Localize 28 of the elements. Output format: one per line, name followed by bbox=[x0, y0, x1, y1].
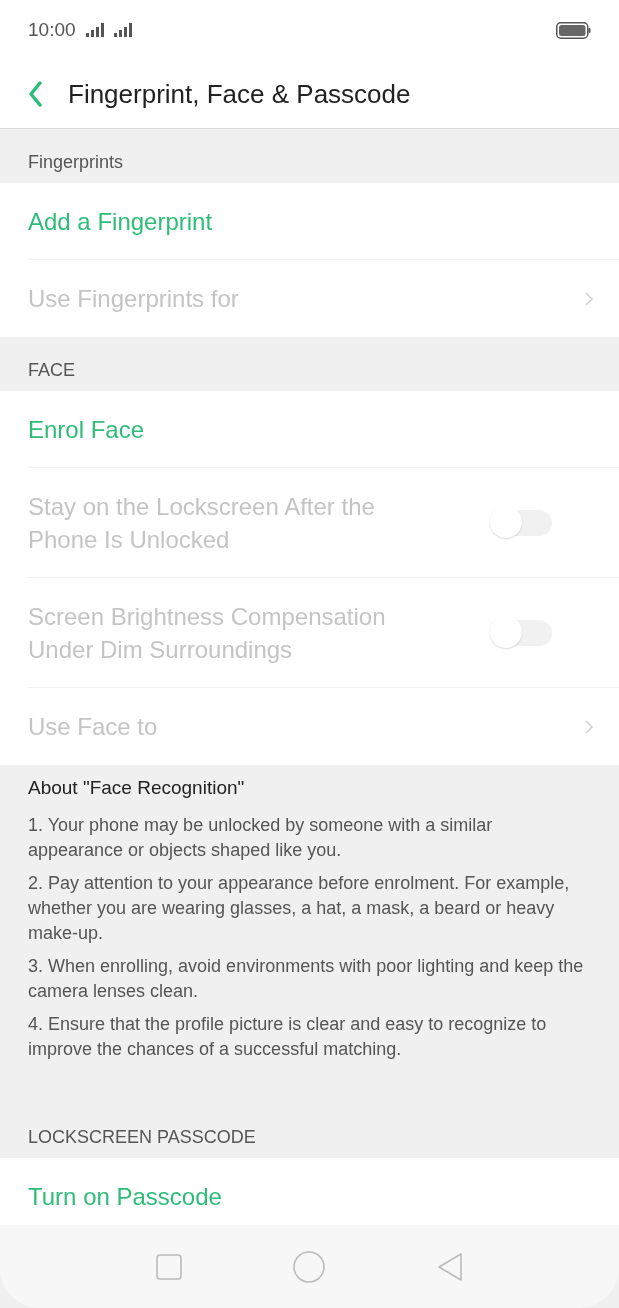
signal-icon bbox=[113, 23, 132, 37]
note-paragraph: 1. Your phone may be unlocked by someone with a similar appearance or objects shaped like you. bbox=[28, 814, 494, 862]
setting-row[interactable]: Enrol Face bbox=[28, 391, 619, 468]
status-time: 10:00 bbox=[28, 19, 76, 41]
setting-label: Use Fingerprints for bbox=[28, 284, 240, 314]
section-header: Fingerprints bbox=[28, 152, 124, 173]
chevron-right-icon bbox=[585, 719, 593, 734]
setting-label: Use Face to bbox=[28, 712, 159, 742]
section-header: LOCKSCREEN PASSCODE bbox=[28, 1127, 256, 1148]
section-header: FACE bbox=[28, 360, 75, 381]
home-button[interactable] bbox=[293, 1250, 326, 1283]
about-title: About "Face Recognition" bbox=[28, 777, 246, 799]
setting-row[interactable]: Add a Fingerprint bbox=[28, 183, 619, 260]
recents-button[interactable] bbox=[155, 1253, 182, 1280]
setting-row[interactable]: Turn on Passcode bbox=[28, 1158, 619, 1225]
note-paragraph: 2. Pay attention to your appearance before enrolment. For example, whether you are wearing glasses, a hat, a mask, a beard or heavy make-up. bbox=[28, 872, 571, 945]
note-paragraph: 4. Ensure that the profile picture is clear and easy to recognize to improve the chances of a successful matching. bbox=[28, 1013, 548, 1061]
setting-label: Screen Brightness Compensation Under Dim Surroundings bbox=[28, 601, 387, 665]
setting-label: Enrol Face bbox=[28, 414, 146, 445]
page-title: Fingerprint, Face & Passcode bbox=[68, 78, 411, 110]
setting-label: Turn on Passcode bbox=[28, 1182, 223, 1212]
chevron-right-icon bbox=[585, 291, 593, 306]
note-paragraph: 3. When enrolling, avoid environments with poor lighting and keep the camera lenses clean. bbox=[28, 955, 585, 1003]
back-nav-button[interactable] bbox=[437, 1251, 464, 1282]
battery-icon bbox=[556, 21, 591, 39]
setting-label: Stay on the Lockscreen After the Phone Is Unlocked bbox=[28, 491, 376, 555]
setting-label: Add a Fingerprint bbox=[28, 206, 214, 237]
signal-icon bbox=[85, 23, 104, 37]
